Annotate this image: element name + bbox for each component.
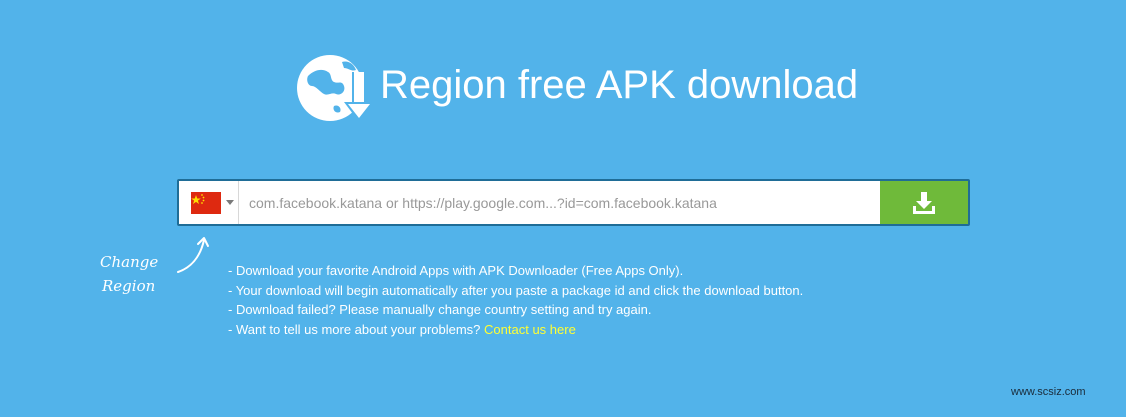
info-item: - Your download will begin automatically…	[228, 282, 804, 298]
download-icon	[913, 191, 935, 214]
page-title: Region free APK download	[380, 63, 859, 107]
annotation-text-change: Change	[100, 253, 159, 271]
package-search-input[interactable]	[239, 181, 880, 224]
annotation-text-region: Region	[102, 277, 156, 295]
contact-us-link[interactable]: Contact us here	[484, 322, 576, 337]
region-select[interactable]	[179, 181, 239, 224]
search-bar	[177, 179, 970, 226]
globe-download-icon	[297, 55, 374, 122]
download-button[interactable]	[880, 181, 968, 224]
info-item-text: - Want to tell us more about your proble…	[228, 321, 485, 337]
china-flag-icon	[191, 191, 221, 214]
info-item-contact: - Want to tell us more about your proble…	[228, 320, 803, 340]
curved-arrow-icon	[177, 237, 209, 273]
page-header: Region free APK download	[294, 50, 858, 126]
change-region-annotation: Change Region	[96, 232, 226, 302]
chevron-down-icon	[226, 200, 234, 205]
watermark: www.scsiz.com	[1011, 386, 1086, 398]
info-item: - Download failed? Please manually chang…	[228, 302, 652, 317]
info-list: - Download your favorite Android Apps wi…	[228, 261, 803, 339]
info-item: - Download your favorite Android Apps wi…	[228, 263, 684, 278]
